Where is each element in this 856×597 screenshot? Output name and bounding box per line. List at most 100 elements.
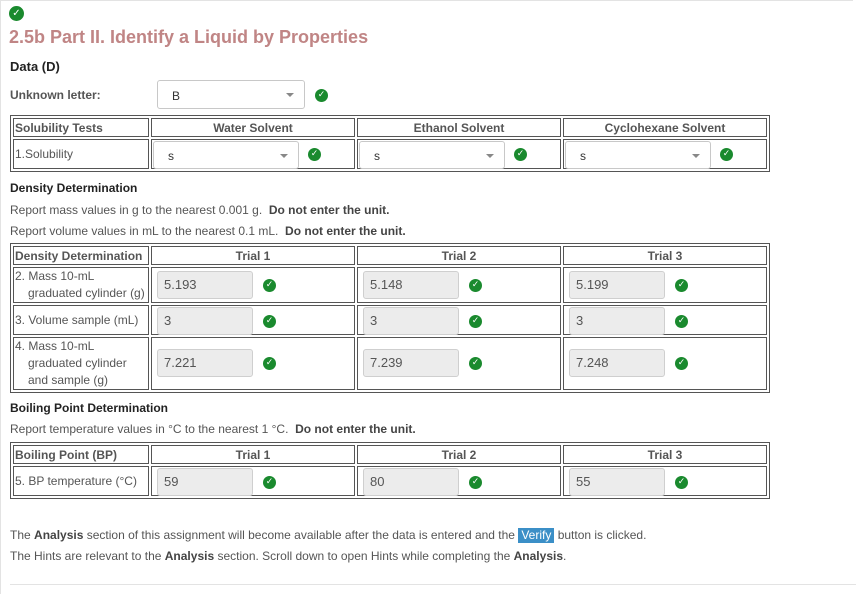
bp-header: Boiling Point (BP) <box>13 445 149 464</box>
unknown-letter-select[interactable]: B <box>157 80 305 109</box>
footer-text: section. Scroll down to open Hints while… <box>217 549 511 563</box>
check-icon: ✓ <box>469 357 482 370</box>
table-row: 2. Mass 10-mL graduated cylinder (g) 5.1… <box>13 267 767 303</box>
table-row: 3. Volume sample (mL) 3 ✓ 3 ✓ 3 ✓ <box>13 305 767 335</box>
chevron-down-icon <box>280 154 288 158</box>
volume-trial3-input[interactable]: 3 <box>569 307 665 335</box>
trial2-header: Trial 2 <box>357 246 561 265</box>
solubility-table: Solubility Tests Water Solvent Ethanol S… <box>10 115 770 172</box>
check-icon: ✓ <box>675 476 688 489</box>
row-label-line: 4. Mass 10-mL <box>15 339 95 353</box>
water-header: Water Solvent <box>151 118 355 137</box>
unknown-letter-label: Unknown letter: <box>10 88 101 102</box>
cyclohexane-solubility-select[interactable]: s <box>565 141 711 169</box>
density-header: Density Determination <box>13 246 149 265</box>
water-check-icon: ✓ <box>308 148 321 161</box>
mass-sample-trial3-input[interactable]: 7.248 <box>569 349 665 377</box>
boiling-table: Boiling Point (BP) Trial 1 Trial 2 Trial… <box>10 442 770 499</box>
unknown-letter-value: B <box>172 89 181 103</box>
mass-cylinder-trial2-input[interactable]: 5.148 <box>363 271 459 299</box>
table-row: 4. Mass 10-mL graduated cylinder and sam… <box>13 337 767 390</box>
cyclohexane-cell: s ✓ <box>563 139 767 169</box>
data-heading: Data (D) <box>10 59 60 74</box>
footer-text: The <box>10 528 31 542</box>
bp-trial3-header: Trial 3 <box>563 445 767 464</box>
verify-link[interactable]: Verify <box>518 528 555 543</box>
chevron-down-icon <box>286 93 294 97</box>
boiling-heading: Boiling Point Determination <box>10 401 168 415</box>
volume-note-text: Report volume values in mL to the neares… <box>10 224 279 238</box>
analysis-bold: Analysis <box>513 549 563 563</box>
ethanol-solubility-value: s <box>374 149 380 163</box>
trial-cell: 3 ✓ <box>357 305 561 335</box>
mass-note-text: Report mass values in g to the nearest 0… <box>10 203 263 217</box>
ethanol-cell: s ✓ <box>357 139 561 169</box>
complete-check-icon: ✓ <box>9 6 24 21</box>
trial-cell: 59 ✓ <box>151 466 355 496</box>
boiling-note-bold: Do not enter the unit. <box>295 422 416 436</box>
trial-cell: 5.199 ✓ <box>563 267 767 303</box>
density-heading: Density Determination <box>10 181 138 195</box>
row-label-line: and sample (g) <box>28 373 109 387</box>
trial-cell: 55 ✓ <box>563 466 767 496</box>
cyclohexane-check-icon: ✓ <box>720 148 733 161</box>
trial-cell: 5.193 ✓ <box>151 267 355 303</box>
water-solubility-select[interactable]: s <box>153 141 299 169</box>
chevron-down-icon <box>486 154 494 158</box>
check-icon: ✓ <box>675 279 688 292</box>
water-solubility-value: s <box>168 149 174 163</box>
bp-trial2-header: Trial 2 <box>357 445 561 464</box>
mass-cylinder-trial1-input[interactable]: 5.193 <box>157 271 253 299</box>
check-icon: ✓ <box>469 279 482 292</box>
footer-text: . <box>563 549 567 563</box>
bp-trial1-input[interactable]: 59 <box>157 468 253 496</box>
mass-cylinder-trial3-input[interactable]: 5.199 <box>569 271 665 299</box>
trial-cell: 80 ✓ <box>357 466 561 496</box>
mass-cylinder-label: 2. Mass 10-mL graduated cylinder (g) <box>13 267 149 303</box>
mass-note-bold: Do not enter the unit. <box>268 203 390 217</box>
table-row: 5. BP temperature (°C) 59 ✓ 80 ✓ 55 ✓ <box>13 466 767 496</box>
trial-cell: 7.221 ✓ <box>151 337 355 390</box>
bp-trial3-input[interactable]: 55 <box>569 468 665 496</box>
mass-sample-trial2-input[interactable]: 7.239 <box>363 349 459 377</box>
check-icon: ✓ <box>469 315 482 328</box>
solubility-row-label: 1.Solubility <box>13 139 149 169</box>
volume-trial1-input[interactable]: 3 <box>157 307 253 335</box>
row-label-line: graduated cylinder (g) <box>28 286 145 300</box>
density-note-mass: Report mass values in g to the nearest 0… <box>10 203 389 217</box>
ethanol-check-icon: ✓ <box>514 148 527 161</box>
volume-note-bold: Do not enter the unit. <box>285 224 406 238</box>
row-label-line: graduated cylinder <box>28 356 127 370</box>
footer-text: The Hints are relevant to the <box>10 549 162 563</box>
bp-trial1-header: Trial 1 <box>151 445 355 464</box>
volume-trial2-input[interactable]: 3 <box>363 307 459 335</box>
chevron-down-icon <box>692 154 700 158</box>
trial3-header: Trial 3 <box>563 246 767 265</box>
boiling-note: Report temperature values in °C to the n… <box>10 422 416 436</box>
trial-cell: 3 ✓ <box>563 305 767 335</box>
hints-note: The Hints are relevant to the Analysis s… <box>10 549 566 563</box>
divider <box>10 584 856 585</box>
trial-cell: 5.148 ✓ <box>357 267 561 303</box>
check-icon: ✓ <box>469 476 482 489</box>
trial-cell: 3 ✓ <box>151 305 355 335</box>
check-icon: ✓ <box>263 279 276 292</box>
bp-trial2-input[interactable]: 80 <box>363 468 459 496</box>
check-icon: ✓ <box>263 476 276 489</box>
mass-sample-trial1-input[interactable]: 7.221 <box>157 349 253 377</box>
row-label-line: 2. Mass 10-mL <box>15 269 95 283</box>
page-title: 2.5b Part II. Identify a Liquid by Prope… <box>9 27 369 47</box>
trial1-header: Trial 1 <box>151 246 355 265</box>
analysis-bold: Analysis <box>164 549 215 563</box>
trial-cell: 7.248 ✓ <box>563 337 767 390</box>
check-icon: ✓ <box>263 315 276 328</box>
footer-text: button is clicked. <box>557 528 647 542</box>
ethanol-solubility-select[interactable]: s <box>359 141 505 169</box>
unknown-check-icon: ✓ <box>315 89 328 102</box>
density-note-volume: Report volume values in mL to the neares… <box>10 224 406 238</box>
check-icon: ✓ <box>675 357 688 370</box>
boiling-note-text: Report temperature values in °C to the n… <box>10 422 289 436</box>
cyclohexane-header: Cyclohexane Solvent <box>563 118 767 137</box>
density-table: Density Determination Trial 1 Trial 2 Tr… <box>10 243 770 393</box>
check-icon: ✓ <box>263 357 276 370</box>
